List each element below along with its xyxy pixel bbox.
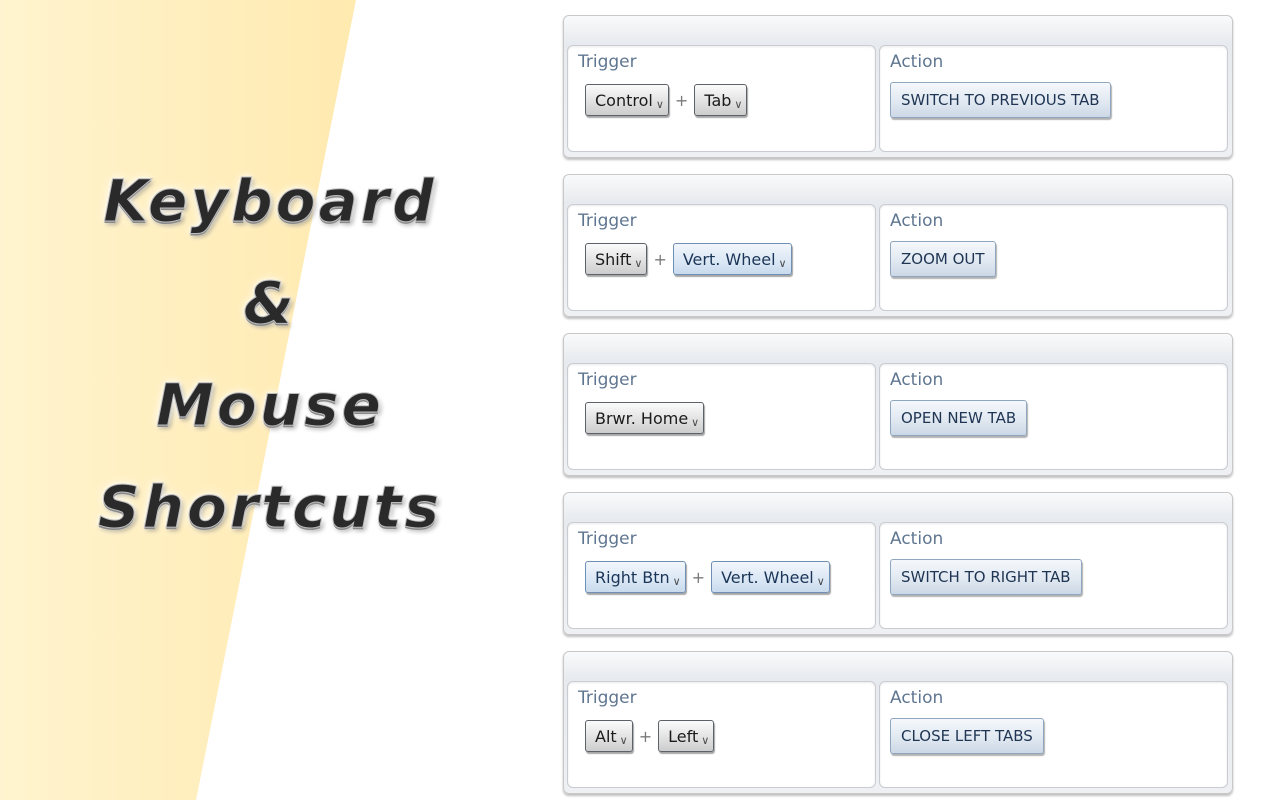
action-button[interactable]: OPEN NEW TAB bbox=[890, 400, 1028, 436]
action-panel: Action OPEN NEW TAB bbox=[879, 363, 1228, 470]
plus-sign: + bbox=[638, 726, 653, 746]
title-line-keyboard: Keyboard bbox=[103, 167, 437, 236]
chevron-down-icon: ∨ bbox=[634, 256, 643, 270]
trigger-row: Control ∨ + Tab ∨ bbox=[585, 84, 748, 116]
trigger-panel: Trigger Control ∨ + Tab ∨ bbox=[567, 45, 876, 152]
trigger-key-value: Alt bbox=[595, 726, 617, 746]
action-label: Action bbox=[890, 211, 944, 231]
trigger-key-select[interactable]: Left ∨ bbox=[658, 720, 715, 752]
trigger-key-value: Tab bbox=[704, 90, 732, 110]
trigger-key-select[interactable]: Control ∨ bbox=[585, 84, 669, 116]
trigger-panel: Trigger Shift ∨ + Vert. Wheel ∨ bbox=[567, 204, 876, 311]
promo-title: Keyboard & Mouse Shortcuts bbox=[80, 150, 460, 558]
trigger-key-select[interactable]: Shift ∨ bbox=[585, 243, 648, 275]
action-button[interactable]: ZOOM OUT bbox=[890, 241, 996, 277]
trigger-mouse-select[interactable]: Right Btn ∨ bbox=[585, 561, 686, 593]
trigger-key-select[interactable]: Brwr. Home ∨ bbox=[585, 402, 705, 434]
action-label: Action bbox=[890, 688, 944, 708]
chevron-down-icon: ∨ bbox=[816, 574, 825, 588]
trigger-key-value: Left bbox=[668, 726, 699, 746]
action-panel: Action SWITCH TO PREVIOUS TAB bbox=[879, 45, 1228, 152]
trigger-key-value: Control bbox=[595, 90, 653, 110]
shortcut-card: Trigger Shift ∨ + Vert. Wheel ∨ Action Z… bbox=[563, 174, 1233, 317]
chevron-down-icon: ∨ bbox=[655, 97, 664, 111]
action-label: Action bbox=[890, 52, 944, 72]
shortcut-card: Trigger Brwr. Home ∨ Action OPEN NEW TAB bbox=[563, 333, 1233, 476]
title-line-shortcuts: Shortcuts bbox=[97, 473, 443, 542]
plus-sign: + bbox=[653, 249, 667, 269]
trigger-key-value: Right Btn bbox=[595, 567, 670, 587]
trigger-key-value: Brwr. Home bbox=[595, 408, 689, 428]
action-panel: Action ZOOM OUT bbox=[879, 204, 1228, 311]
trigger-label: Trigger bbox=[578, 52, 637, 72]
trigger-row: Right Btn ∨ + Vert. Wheel ∨ bbox=[585, 561, 830, 593]
chevron-down-icon: ∨ bbox=[691, 415, 700, 429]
action-button[interactable]: SWITCH TO PREVIOUS TAB bbox=[890, 82, 1111, 118]
plus-sign: + bbox=[691, 567, 706, 587]
trigger-panel: Trigger Alt ∨ + Left ∨ bbox=[567, 681, 876, 788]
action-panel: Action CLOSE LEFT TABS bbox=[879, 681, 1228, 788]
trigger-mouse-select[interactable]: Vert. Wheel ∨ bbox=[672, 243, 792, 275]
chevron-down-icon: ∨ bbox=[734, 97, 743, 111]
shortcut-list: Trigger Control ∨ + Tab ∨ Action SWITCH … bbox=[563, 15, 1233, 810]
trigger-key-value: Vert. Wheel bbox=[721, 567, 814, 587]
action-panel: Action SWITCH TO RIGHT TAB bbox=[879, 522, 1228, 629]
action-button[interactable]: CLOSE LEFT TABS bbox=[890, 718, 1044, 754]
action-label: Action bbox=[890, 370, 944, 390]
trigger-label: Trigger bbox=[578, 529, 637, 549]
title-line-mouse: Mouse bbox=[156, 371, 384, 440]
shortcut-card: Trigger Control ∨ + Tab ∨ Action SWITCH … bbox=[563, 15, 1233, 158]
trigger-row: Brwr. Home ∨ bbox=[585, 402, 705, 434]
trigger-panel: Trigger Right Btn ∨ + Vert. Wheel ∨ bbox=[567, 522, 876, 629]
trigger-mouse-select[interactable]: Vert. Wheel ∨ bbox=[711, 561, 830, 593]
trigger-key-value: Shift bbox=[595, 249, 632, 269]
chevron-down-icon: ∨ bbox=[672, 574, 681, 588]
action-button[interactable]: SWITCH TO RIGHT TAB bbox=[890, 559, 1082, 595]
trigger-row: Shift ∨ + Vert. Wheel ∨ bbox=[585, 243, 792, 275]
trigger-panel: Trigger Brwr. Home ∨ bbox=[567, 363, 876, 470]
chevron-down-icon: ∨ bbox=[619, 733, 628, 747]
plus-sign: + bbox=[674, 90, 689, 110]
action-label: Action bbox=[890, 529, 944, 549]
shortcut-card: Trigger Right Btn ∨ + Vert. Wheel ∨ Acti… bbox=[563, 492, 1233, 635]
trigger-label: Trigger bbox=[578, 370, 637, 390]
chevron-down-icon: ∨ bbox=[701, 733, 710, 747]
trigger-label: Trigger bbox=[578, 688, 637, 708]
trigger-key-value: Vert. Wheel bbox=[682, 249, 776, 269]
title-line-ampersand: & bbox=[243, 269, 297, 338]
trigger-row: Alt ∨ + Left ∨ bbox=[585, 720, 715, 752]
trigger-key-select[interactable]: Alt ∨ bbox=[585, 720, 633, 752]
trigger-label: Trigger bbox=[578, 211, 637, 231]
trigger-key-select[interactable]: Tab ∨ bbox=[694, 84, 748, 116]
shortcut-card: Trigger Alt ∨ + Left ∨ Action CLOSE LEFT… bbox=[563, 651, 1233, 794]
chevron-down-icon: ∨ bbox=[778, 256, 787, 270]
